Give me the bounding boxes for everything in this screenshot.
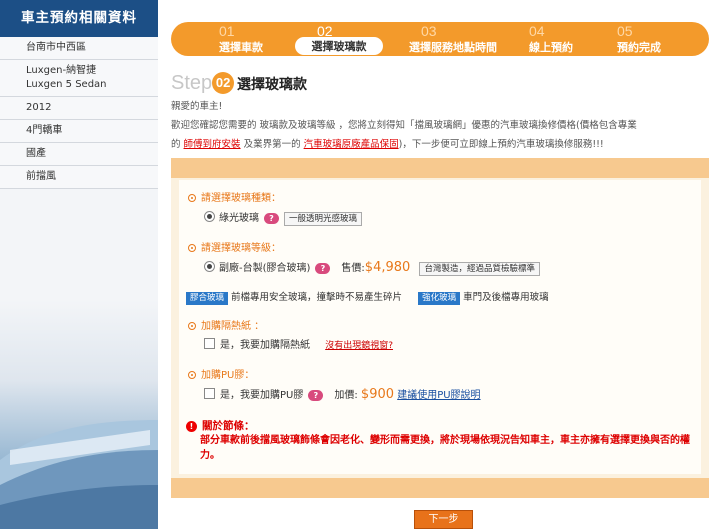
step-2: 02 選擇玻璃款 [289,22,389,56]
glass-grade-option[interactable]: 副廠-台製(膠合玻璃)? 售價:$4,980 台灣製造，經過品質檢驗標準 [204,259,540,276]
glass-type-radio[interactable] [204,211,215,222]
page-title: 選擇玻璃款 [237,77,307,93]
bullet-icon [188,194,196,202]
glass-type-question: 請選擇玻璃種類： [188,189,281,204]
pu-glue-info-link[interactable]: 建議使用PU膠說明 [397,390,480,401]
glass-grade-option-label: 副廠-台製(膠合玻璃) [219,263,311,274]
step-number: 03 [421,23,437,39]
price-label: 售價: [341,263,365,274]
step-label: 選擇玻璃款 [295,37,383,55]
step-1: 01 選擇車款 [191,22,291,56]
warranty-link[interactable]: 汽車玻璃原廠產品保固 [304,139,399,150]
glass-type-option[interactable]: 綠光玻璃? 一般透明光感玻璃 [204,209,363,226]
addon-price-label: 加價: [334,390,358,401]
intro-text: 歡迎您確認您需要的 玻璃款及玻璃等級 ，您將立刻得知「擋風玻璃網」優惠的汽車玻璃… [171,116,711,154]
glass-grade-tag: 台灣製造，經過品質檢驗標準 [419,262,540,276]
pu-glue-option-label: 是，我要加購PU膠 [220,390,304,401]
step-badge-text: Step [171,72,213,94]
sidebar-item-region: 台南市中西區 [0,37,158,60]
bullet-icon [188,244,196,252]
onsite-install-link[interactable]: 師傅到府安裝 [184,139,241,150]
tempered-glass-desc: 車門及後檔專用玻璃 [463,292,549,303]
tint-film-option-label: 是，我要加購隔熱紙 [220,340,310,351]
glass-info-row: 膠合玻璃 前檔專用安全玻璃，撞擊時不易產生碎片 強化玻璃 車門及後檔專用玻璃 [186,289,549,305]
form-top-band [171,158,709,178]
step-label: 選擇服務地點時間 [409,41,497,54]
warning-icon: ! [186,421,197,432]
laminated-glass-tag: 膠合玻璃 [186,292,229,305]
trim-note-title-text: 關於節條： [202,420,255,432]
tempered-glass-tag: 強化玻璃 [418,292,461,305]
help-icon[interactable]: ? [264,213,279,224]
step-number: 01 [219,23,235,39]
pu-glue-label: 加購PU膠： [201,370,255,381]
glass-type-option-label: 綠光玻璃 [219,213,259,224]
sidebar-item-origin: 國產 [0,143,158,166]
tint-film-label: 加購隔熱紙 ： [201,321,265,332]
pu-glue-question: 加購PU膠： [188,366,254,381]
trim-note-title: ! 關於節條： [186,418,255,433]
intro-prefix: 的 [171,139,184,150]
step-label: 預約完成 [617,41,661,54]
steps-bar: 01 選擇車款 02 選擇玻璃款 03 選擇服務地點時間 04 線上預約 05 … [171,22,709,56]
help-icon[interactable]: ? [315,263,331,274]
popup-help-link[interactable]: 沒有出現鏡視窗? [325,341,393,351]
trim-note-body: 部分車款前後擋風玻璃飾條會因老化、變形而需更換，將於現場依現況告知車主，車主亦擁… [200,435,690,461]
step-5: 05 預約完成 [589,22,689,56]
pu-glue-price: $900 [360,387,395,402]
sidebar: 車主預約相關資料 台南市中西區 Luxgen-納智捷 Luxgen 5 Seda… [0,0,158,529]
next-step-button[interactable]: 下一步 [414,510,473,529]
sidebar-item-model: Luxgen-納智捷 Luxgen 5 Sedan [0,60,158,97]
glass-grade-label: 請選擇玻璃等級： [201,243,281,254]
step-badge: Step 02 [171,72,235,95]
laminated-glass-desc: 前檔專用安全玻璃，撞擊時不易產生碎片 [231,292,403,303]
sidebar-item-body: 4門轎車 [0,120,158,143]
intro-mid: 及業界第一的 [240,139,304,150]
sidebar-title: 車主預約相關資料 [0,0,158,37]
tint-film-option[interactable]: 是，我要加購隔熱紙 沒有出現鏡視窗? [204,336,393,351]
car-illustration [0,420,158,529]
tint-film-checkbox[interactable] [204,338,215,349]
glass-price: $4,980 [364,260,411,275]
bullet-icon [188,322,196,330]
intro-suffix: )，下一步便可立即線上預約汽車玻璃換修服務!!! [398,139,604,150]
pu-glue-checkbox[interactable] [204,388,215,399]
intro-line1: 歡迎您確認您需要的 玻璃款及玻璃等級 ，您將立刻得知「擋風玻璃網」優惠的汽車玻璃… [171,120,637,131]
greeting: 親愛的車主! [171,101,223,112]
sidebar-item-year: 2012 [0,97,158,120]
step-number: 05 [617,23,633,39]
step-3: 03 選擇服務地點時間 [393,22,513,56]
tint-film-question: 加購隔熱紙 ： [188,317,264,332]
help-icon[interactable]: ? [308,390,324,401]
step-label: 線上預約 [529,41,573,54]
sidebar-item-glass-position: 前擋風 [0,166,158,189]
bullet-icon [188,371,196,379]
step-badge-number: 02 [212,72,235,94]
pu-glue-option[interactable]: 是，我要加購PU膠? 加價: $900 建議使用PU膠說明 [204,386,481,402]
form-bottom-band [171,478,709,498]
glass-grade-question: 請選擇玻璃等級： [188,239,281,254]
step-4: 04 線上預約 [501,22,601,56]
glass-grade-radio[interactable] [204,261,215,272]
glass-type-tag: 一般透明光感玻璃 [284,212,363,226]
glass-type-label: 請選擇玻璃種類： [201,193,281,204]
step-label: 選擇車款 [219,41,263,54]
step-number: 04 [529,23,545,39]
